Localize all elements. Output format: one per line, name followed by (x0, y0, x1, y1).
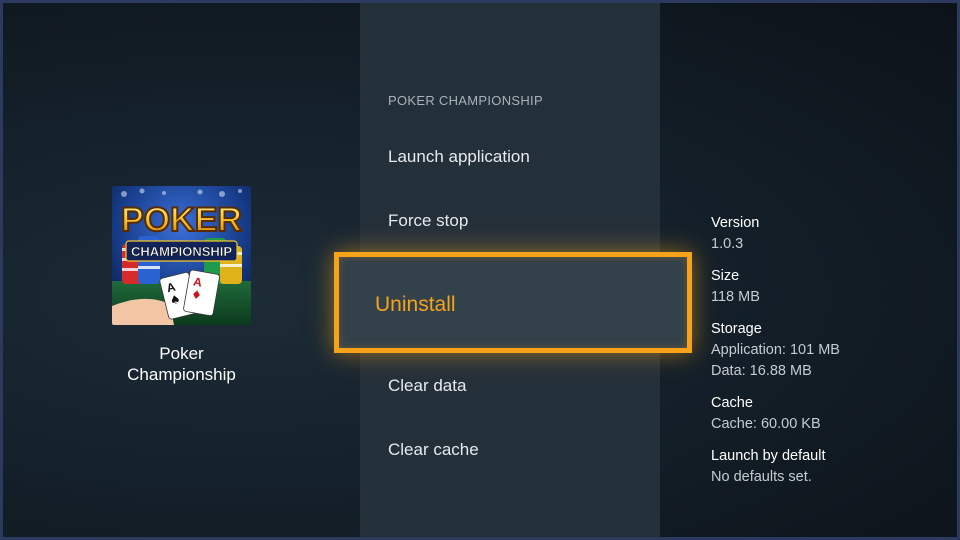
storage-label: Storage (711, 321, 762, 337)
version-label: Version (711, 215, 760, 231)
menu-header: POKER CHAMPIONSHIP (388, 93, 543, 108)
cache-label: Cache (711, 395, 753, 411)
force-stop-button[interactable]: Force stop (388, 211, 468, 231)
size-value: 118 MB (711, 289, 760, 305)
launch-default-value: No defaults set. (711, 469, 812, 485)
storage-data-value: Data: 16.88 MB (711, 363, 812, 379)
version-value: 1.0.3 (711, 236, 744, 252)
cache-section: Cache Cache: 60.00 KB (711, 393, 941, 435)
app-name: Poker Championship (127, 344, 236, 384)
size-label: Size (711, 268, 740, 284)
launch-application-button[interactable]: Launch application (388, 147, 530, 167)
launch-default-label: Launch by default (711, 448, 826, 464)
poker-championship-app-icon: POKER CHAMPIONSHIP A ♠ A ♦ (112, 186, 251, 325)
clear-cache-button[interactable]: Clear cache (388, 440, 479, 460)
cache-value: Cache: 60.00 KB (711, 416, 821, 432)
storage-application-value: Application: 101 MB (711, 342, 840, 358)
size-section: Size 118 MB (711, 266, 941, 308)
launch-default-section: Launch by default No defaults set. (711, 446, 941, 488)
uninstall-label: Uninstall (375, 293, 456, 316)
version-section: Version 1.0.3 (711, 213, 941, 255)
storage-section: Storage Application: 101 MB Data: 16.88 … (711, 319, 941, 382)
clear-data-button[interactable]: Clear data (388, 376, 466, 396)
svg-text:POKER: POKER (121, 201, 242, 239)
uninstall-button[interactable]: Uninstall (334, 252, 692, 353)
app-settings-screen: POKER CHAMPIONSHIP A ♠ A ♦ Poker Champio… (0, 0, 960, 540)
app-info: Version 1.0.3 Size 118 MB Storage Applic… (711, 213, 941, 499)
app-summary: POKER CHAMPIONSHIP A ♠ A ♦ Poker Champio… (3, 3, 360, 537)
svg-text:CHAMPIONSHIP: CHAMPIONSHIP (131, 244, 232, 259)
